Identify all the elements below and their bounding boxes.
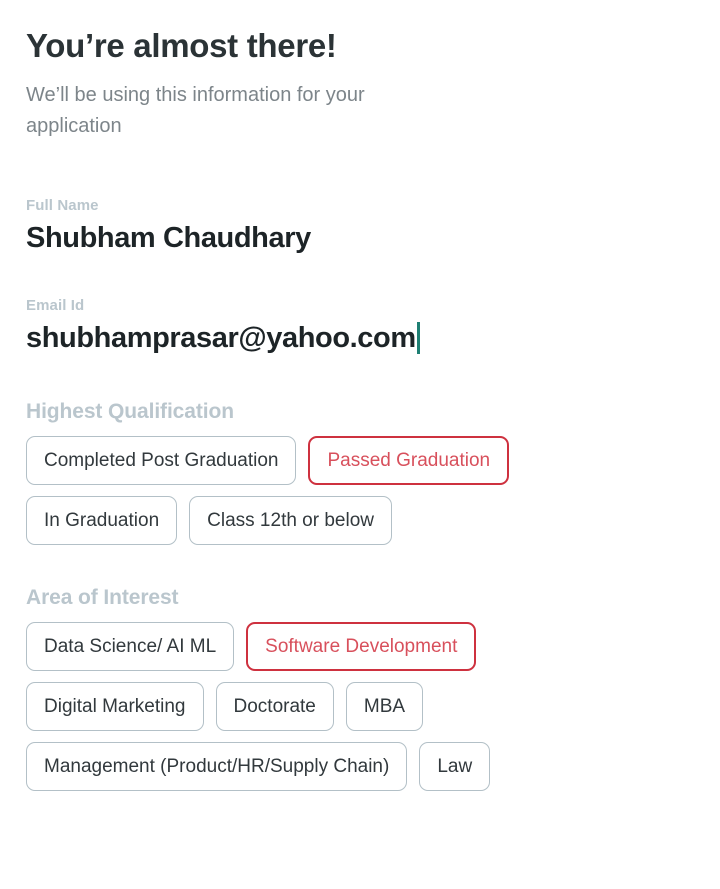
page-title: You’re almost there!: [26, 27, 337, 64]
chip-mba[interactable]: MBA: [345, 681, 424, 731]
email-id-text: shubhamprasar@yahoo.com: [26, 321, 416, 354]
page-subtitle: We’ll be using this information for your…: [26, 84, 365, 138]
chip-class-12th-or-below[interactable]: Class 12th or below: [189, 495, 393, 545]
full-name-text: Shubham Chaudhary: [26, 222, 311, 255]
chip-doctorate[interactable]: Doctorate: [215, 681, 334, 731]
chip-row: Data Science/ AI ML Software Development: [26, 621, 694, 671]
chip-data-science-ai-ml[interactable]: Data Science/ AI ML: [26, 621, 235, 671]
field-email-id: Email Id shubhamprasar@yahoo.com: [26, 298, 694, 355]
header: You’re almost there! We’ll be using this…: [26, 0, 694, 142]
chip-row: Management (Product/HR/Supply Chain) Law: [26, 741, 694, 791]
highest-qualification-title: Highest Qualification: [26, 399, 234, 423]
full-name-value[interactable]: Shubham Chaudhary: [26, 222, 694, 255]
chip-passed-graduation[interactable]: Passed Graduation: [308, 435, 510, 485]
field-full-name: Full Name Shubham Chaudhary: [26, 198, 694, 255]
email-id-value[interactable]: shubhamprasar@yahoo.com: [26, 322, 694, 355]
chip-digital-marketing[interactable]: Digital Marketing: [26, 681, 204, 731]
chip-completed-post-graduation[interactable]: Completed Post Graduation: [26, 435, 297, 485]
application-form-screen: You’re almost there! We’ll be using this…: [0, 0, 720, 889]
full-name-label: Full Name: [26, 197, 99, 215]
text-caret: [416, 322, 420, 355]
chip-row: Digital Marketing Doctorate MBA: [26, 681, 694, 731]
highest-qualification-options: Completed Post Graduation Passed Graduat…: [26, 435, 694, 545]
chip-law[interactable]: Law: [419, 741, 491, 791]
section-highest-qualification: Highest Qualification Completed Post Gra…: [26, 401, 694, 545]
chip-row: Completed Post Graduation Passed Graduat…: [26, 435, 694, 485]
chip-row: In Graduation Class 12th or below: [26, 495, 694, 545]
area-of-interest-options: Data Science/ AI ML Software Development…: [26, 621, 694, 791]
area-of-interest-title: Area of Interest: [26, 585, 179, 609]
section-area-of-interest: Area of Interest Data Science/ AI ML Sof…: [26, 587, 694, 791]
chip-in-graduation[interactable]: In Graduation: [26, 495, 178, 545]
chip-software-development[interactable]: Software Development: [246, 621, 477, 671]
email-id-label: Email Id: [26, 296, 85, 314]
chip-management[interactable]: Management (Product/HR/Supply Chain): [26, 741, 408, 791]
